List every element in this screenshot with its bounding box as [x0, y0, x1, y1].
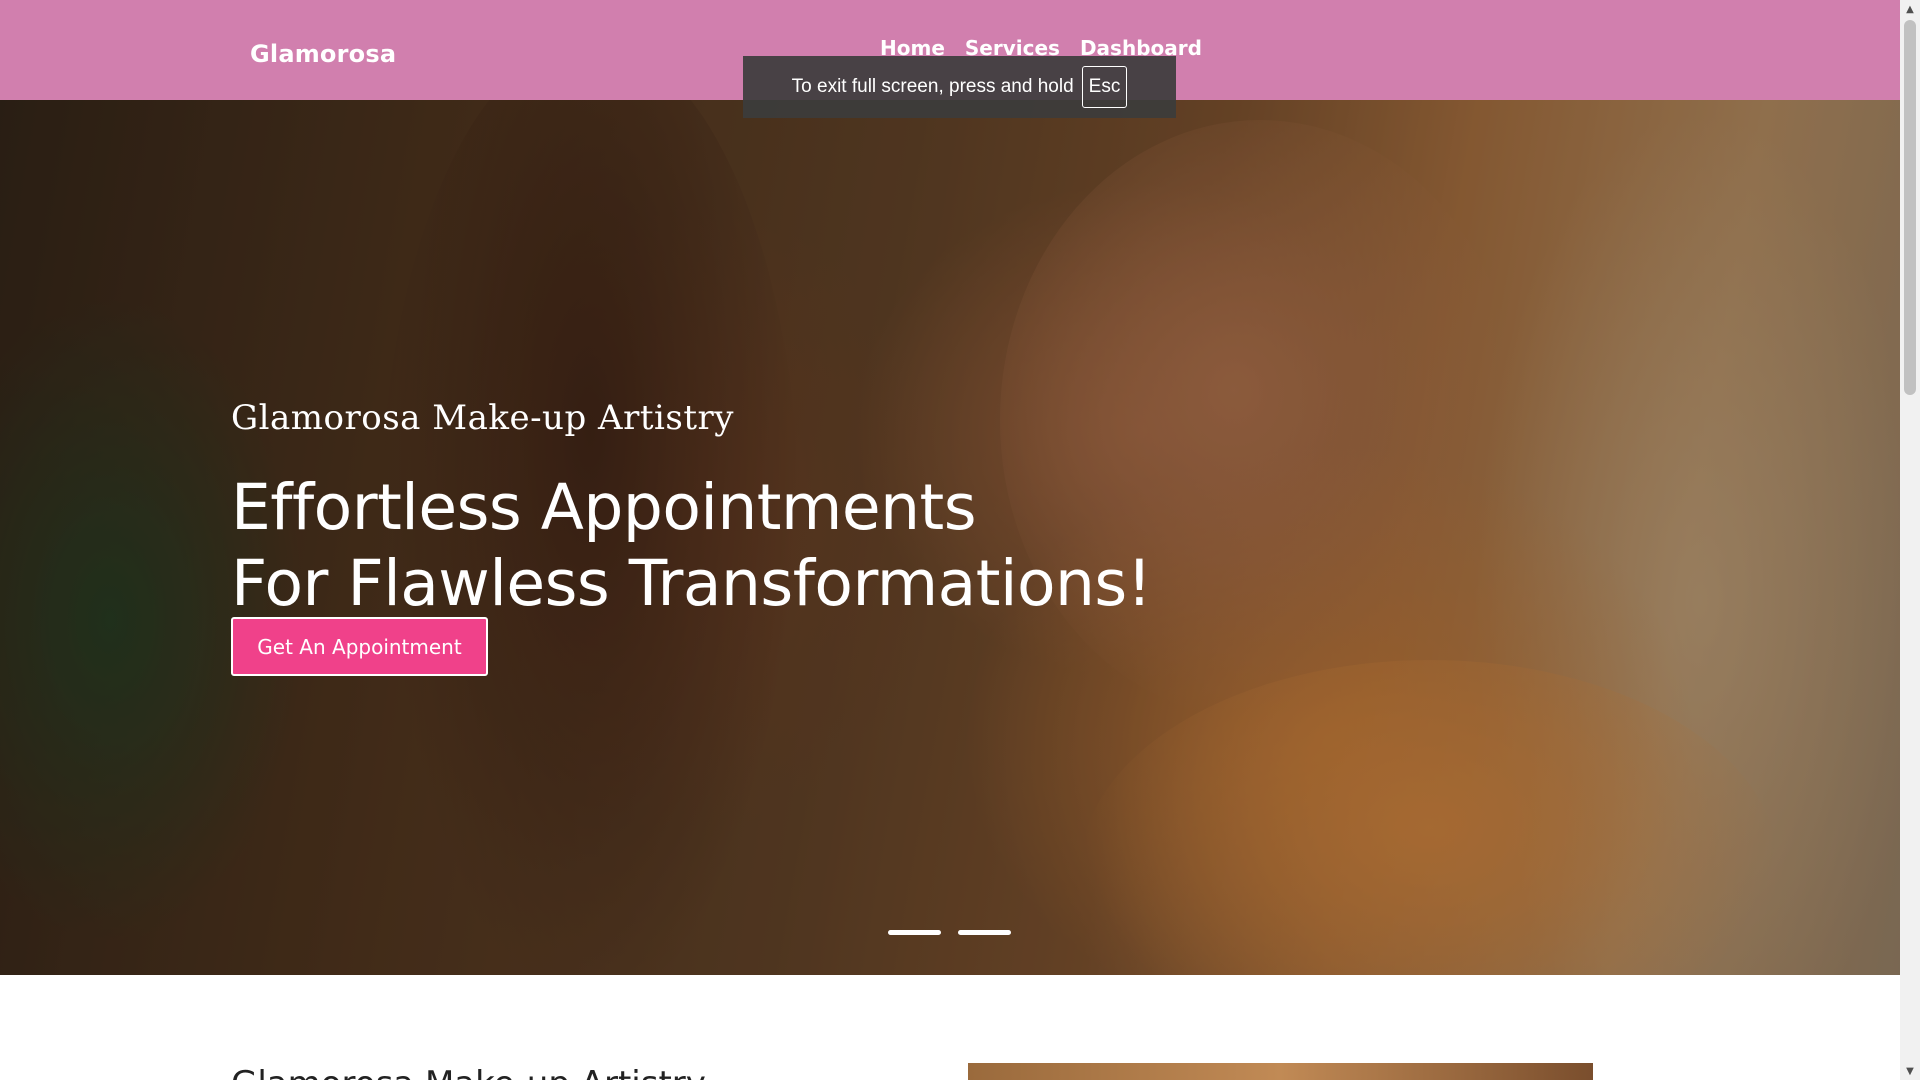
hero-headline: Effortless Appointments For Flawless Tra…: [231, 470, 1152, 622]
scrollbar-thumb[interactable]: [1904, 20, 1916, 395]
hero-kicker: Glamorosa Make-up Artistry: [231, 398, 734, 438]
fullscreen-exit-message: To exit full screen, press and hold: [791, 76, 1074, 97]
hero-carousel: Glamorosa Make-up Artistry Effortless Ap…: [0, 100, 1900, 975]
hero-headline-line1: Effortless Appointments: [231, 471, 977, 544]
page-scrollbar[interactable]: ▲ ▼: [1900, 0, 1920, 1080]
carousel-indicators: [888, 930, 1011, 935]
esc-key-badge: Esc: [1081, 66, 1128, 108]
scroll-up-arrow-icon[interactable]: ▲: [1900, 0, 1920, 18]
brand-logo[interactable]: Glamorosa: [250, 40, 396, 68]
scroll-down-arrow-icon[interactable]: ▼: [1900, 1062, 1920, 1080]
carousel-indicator-2[interactable]: [958, 930, 1011, 935]
page: Glamorosa Home Services Dashboard To exi…: [0, 0, 1920, 1080]
fullscreen-exit-notice: To exit full screen, press and hold Esc: [743, 56, 1176, 118]
hero-headline-line2: For Flawless Transformations!: [231, 547, 1152, 620]
about-section-image: [968, 1063, 1593, 1080]
about-section-title: Glamorosa Make-up Artistry: [231, 1064, 706, 1080]
get-appointment-button[interactable]: Get An Appointment: [231, 617, 488, 676]
carousel-indicator-1[interactable]: [888, 930, 941, 935]
